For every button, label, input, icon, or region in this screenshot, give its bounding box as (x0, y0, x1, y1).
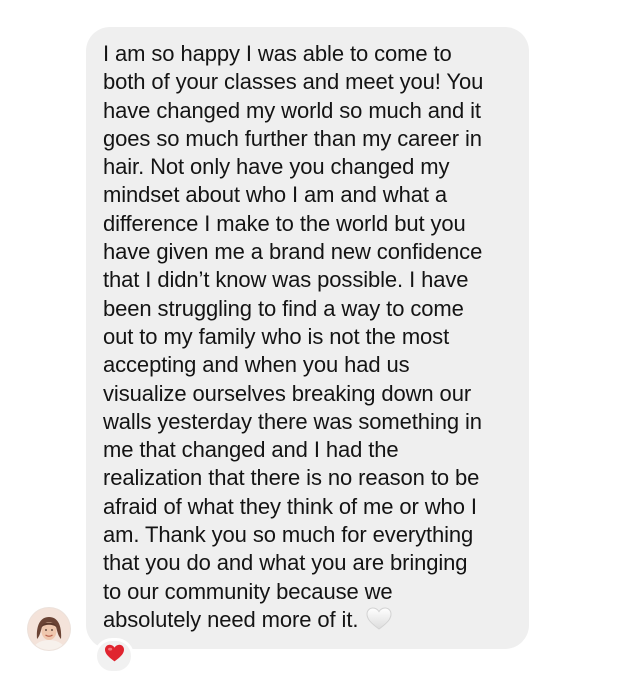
message-line: been struggling to find a way to come (103, 295, 464, 321)
message-line: out to my family who is not the most (103, 323, 450, 349)
message-thread: I am so happy I was able to come to both… (0, 0, 619, 696)
red-heart-icon (104, 644, 125, 668)
message-line: visualize ourselves breaking down our (103, 380, 472, 406)
message-line: have changed my world so much and it (103, 97, 481, 123)
white-heart-icon (366, 607, 392, 638)
sender-avatar[interactable] (28, 608, 70, 650)
message-line: that you do and what you are bringing (103, 550, 468, 576)
incoming-message-bubble[interactable]: I am so happy I was able to come to both… (86, 27, 529, 649)
message-line: absolutely need more of it. (103, 606, 359, 632)
reaction-badge[interactable] (94, 638, 134, 674)
message-line: goes so much further than my career in (103, 125, 482, 151)
message-line: me that changed and I had the (103, 437, 399, 463)
message-line-last: absolutely need more of it. (103, 606, 515, 638)
message-line: to our community because we (103, 578, 393, 604)
profile-photo-avatar (28, 608, 70, 650)
message-line: both of your classes and meet you! You (103, 69, 484, 95)
message-line: that I didn’t know was possible. I have (103, 267, 469, 293)
message-line: mindset about who I am and what a (103, 182, 448, 208)
message-line: have given me a brand new confidence (103, 239, 483, 265)
message-line: realization that there is no reason to b… (103, 465, 480, 491)
message-line: hair. Not only have you changed my (103, 154, 450, 180)
message-line: walls yesterday there was something in (103, 408, 482, 434)
message-line: difference I make to the world but you (103, 210, 466, 236)
message-line: afraid of what they think of me or who I (103, 493, 477, 519)
message-text: I am so happy I was able to come to both… (103, 40, 515, 638)
message-line: am. Thank you so much for everything (103, 522, 474, 548)
message-line: accepting and when you had us (103, 352, 410, 378)
message-line: I am so happy I was able to come to (103, 41, 452, 66)
